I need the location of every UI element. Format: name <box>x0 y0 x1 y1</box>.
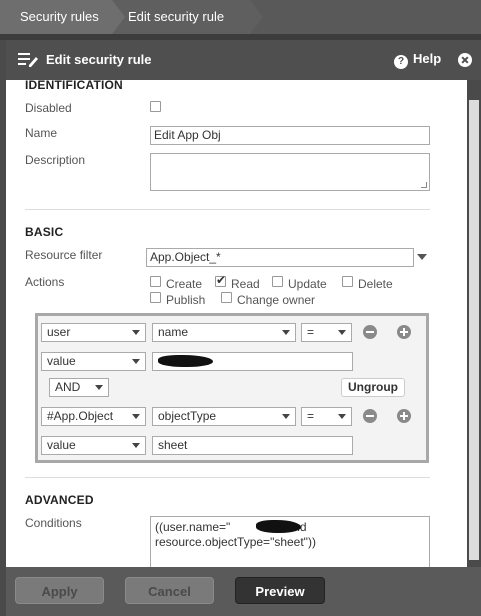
action-create-checkbox[interactable] <box>150 276 161 287</box>
preview-button[interactable]: Preview <box>235 577 325 604</box>
cancel-button[interactable]: Cancel <box>125 577 214 604</box>
remove-condition-button-2[interactable] <box>363 409 377 423</box>
description-label: Description <box>25 153 86 167</box>
operator-select[interactable]: = <box>301 323 352 342</box>
attribute-select[interactable]: name <box>152 323 296 342</box>
resource-filter-dropdown-icon[interactable] <box>417 254 427 260</box>
redaction-mark <box>158 355 213 367</box>
disabled-checkbox[interactable] <box>150 101 161 112</box>
conditions-label: Conditions <box>25 516 82 530</box>
attribute-select-value: name <box>158 325 189 339</box>
value-input-2-text: sheet <box>158 438 188 452</box>
action-read-checkbox[interactable] <box>215 273 226 287</box>
panel-title: Edit security rule <box>46 52 152 67</box>
resource-filter-input[interactable]: App.Object_* <box>146 248 414 267</box>
help-label: Help <box>413 51 442 66</box>
breadcrumb-security-rules[interactable]: Security rules <box>0 0 112 34</box>
chevron-down-icon <box>282 330 290 335</box>
value-type-select-value: value <box>47 354 76 368</box>
actions-label: Actions <box>25 275 65 289</box>
action-publish-label: Publish <box>166 293 206 307</box>
operator-select-2-value: = <box>307 409 315 423</box>
chevron-down-icon <box>132 330 140 335</box>
breadcrumb-arrow <box>112 0 125 34</box>
conditions-line-2: resource.objectType="sheet")) <box>155 535 316 549</box>
footer: Apply Cancel Preview <box>6 567 481 616</box>
conjunction-select-value: AND <box>55 380 81 394</box>
chevron-down-icon <box>132 414 140 419</box>
resource-select[interactable]: user <box>41 323 146 342</box>
identification-heading: IDENTIFICATION <box>25 80 123 92</box>
remove-condition-button[interactable] <box>363 325 377 339</box>
ungroup-button[interactable]: Ungroup <box>341 378 405 397</box>
value-type-select-2-value: value <box>47 438 76 452</box>
action-delete-checkbox[interactable] <box>342 276 353 287</box>
chevron-down-icon <box>132 443 140 448</box>
conjunction-select[interactable]: AND <box>49 378 109 397</box>
chevron-down-icon <box>282 414 290 419</box>
edit-form: IDENTIFICATION Disabled Name Edit App Ob… <box>6 80 467 567</box>
disabled-label: Disabled <box>25 101 72 115</box>
resource-select-2-value: #App.Object <box>47 409 114 423</box>
chevron-down-icon <box>338 414 346 419</box>
divider <box>25 477 430 478</box>
close-icon[interactable] <box>458 53 472 67</box>
conditions-line-1-prefix: ((user.name=" <box>155 520 231 534</box>
action-update-label: Update <box>288 277 327 291</box>
resource-select-value: user <box>47 325 71 339</box>
resource-filter-label: Resource filter <box>25 248 103 262</box>
value-input-2[interactable]: sheet <box>152 436 353 455</box>
name-label: Name <box>25 126 58 140</box>
action-create-label: Create <box>166 277 203 291</box>
description-textarea[interactable] <box>150 153 430 191</box>
attribute-select-2[interactable]: objectType <box>152 407 296 426</box>
action-publish-checkbox[interactable] <box>150 292 161 303</box>
resize-grip[interactable] <box>421 182 427 188</box>
add-condition-button-2[interactable] <box>397 409 411 423</box>
action-change-owner-checkbox[interactable] <box>221 292 232 303</box>
value-type-select[interactable]: value <box>41 352 146 371</box>
operator-select-2[interactable]: = <box>301 407 352 426</box>
chevron-down-icon <box>338 330 346 335</box>
breadcrumb: Edit security rule Security rules <box>0 0 481 34</box>
chevron-down-icon <box>95 385 103 390</box>
help-icon: ? <box>394 55 408 69</box>
advanced-heading: ADVANCED <box>25 493 94 507</box>
operator-select-value: = <box>307 325 315 339</box>
redaction-mark <box>256 520 301 533</box>
basic-heading: BASIC <box>25 225 64 239</box>
conditions-textarea[interactable]: ((user.name="1" and resource.objectType=… <box>150 516 430 567</box>
scrollbar-thumb[interactable] <box>469 100 479 560</box>
panel-header: Edit security rule ? Help <box>6 40 481 80</box>
edit-list-icon <box>18 53 38 67</box>
divider <box>25 209 430 210</box>
action-delete-label: Delete <box>358 277 393 291</box>
action-update-checkbox[interactable] <box>272 276 283 287</box>
chevron-down-icon <box>132 359 140 364</box>
help-button[interactable]: ? Help <box>394 51 441 69</box>
condition-builder: user name = value AND Ungroup #App.Objec… <box>35 313 429 463</box>
resource-select-2[interactable]: #App.Object <box>41 407 146 426</box>
value-type-select-2[interactable]: value <box>41 436 146 455</box>
action-read-label: Read <box>231 277 260 291</box>
name-input[interactable]: Edit App Obj <box>150 126 430 145</box>
apply-button[interactable]: Apply <box>15 577 104 604</box>
action-change-owner-label: Change owner <box>237 293 316 307</box>
attribute-select-2-value: objectType <box>158 409 217 423</box>
add-condition-button[interactable] <box>397 325 411 339</box>
